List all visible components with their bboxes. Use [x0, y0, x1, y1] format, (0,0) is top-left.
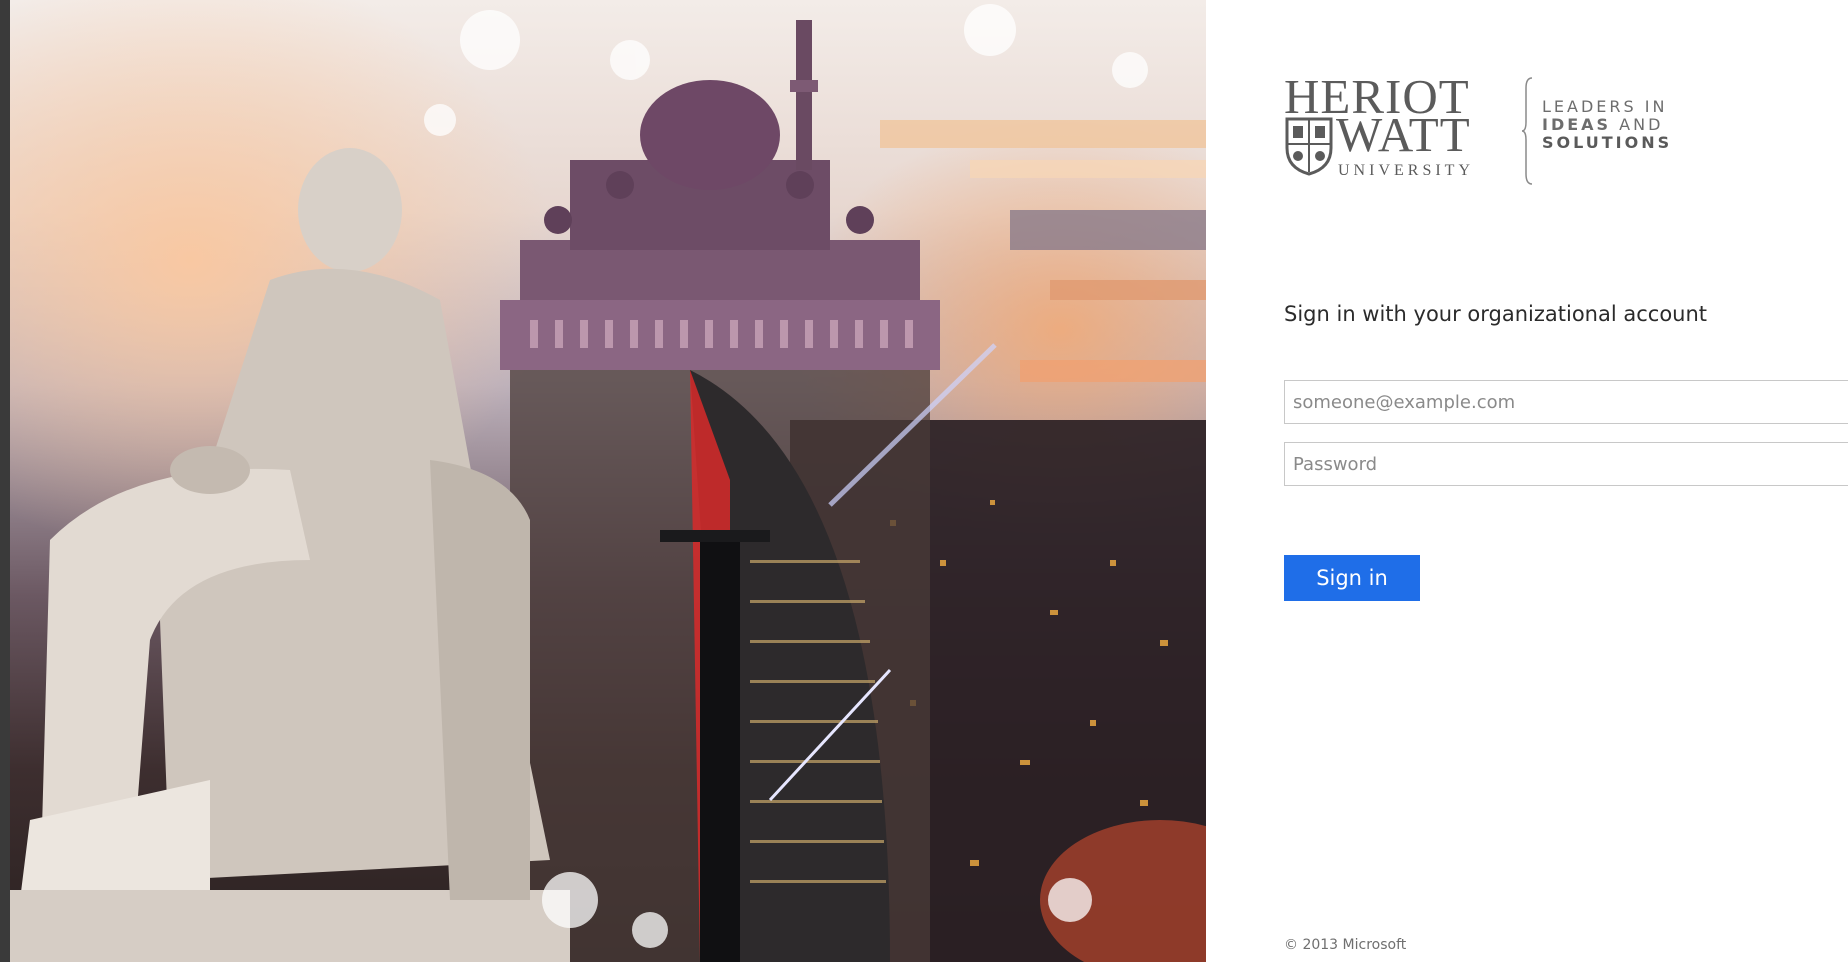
brand-university: UNIVERSITY [1338, 162, 1474, 179]
tagline-line2: IDEAS AND [1542, 116, 1672, 134]
university-logo: HERIOT WATT UNIVERSITY LEADERS IN IDEAS … [1284, 69, 1764, 192]
crest-icon [1285, 117, 1333, 176]
login-window: HERIOT WATT UNIVERSITY LEADERS IN IDEAS … [10, 0, 1848, 962]
tagline: LEADERS IN IDEAS AND SOLUTIONS [1542, 98, 1672, 152]
tagline-line3: SOLUTIONS [1542, 133, 1673, 152]
tagline-and: AND [1619, 115, 1664, 134]
statue-graphic [10, 148, 570, 962]
signin-panel: HERIOT WATT UNIVERSITY LEADERS IN IDEAS … [1206, 0, 1848, 962]
signin-button[interactable]: Sign in [1284, 555, 1420, 601]
brand-watt: WATT [1336, 107, 1471, 162]
password-field[interactable] [1284, 442, 1848, 486]
mosque-graphic [500, 20, 940, 370]
brace-divider-icon [1522, 77, 1533, 185]
signin-heading: Sign in with your organizational account [1284, 302, 1708, 326]
wordmark: HERIOT WATT UNIVERSITY [1284, 69, 1494, 192]
campus-collage-image [10, 0, 1206, 962]
email-field[interactable] [1284, 380, 1848, 424]
tagline-line1: LEADERS IN [1542, 97, 1668, 116]
collage-artwork [10, 4, 1206, 962]
copyright-text: © 2013 Microsoft [1284, 937, 1407, 953]
tagline-ideas: IDEAS [1542, 115, 1612, 134]
